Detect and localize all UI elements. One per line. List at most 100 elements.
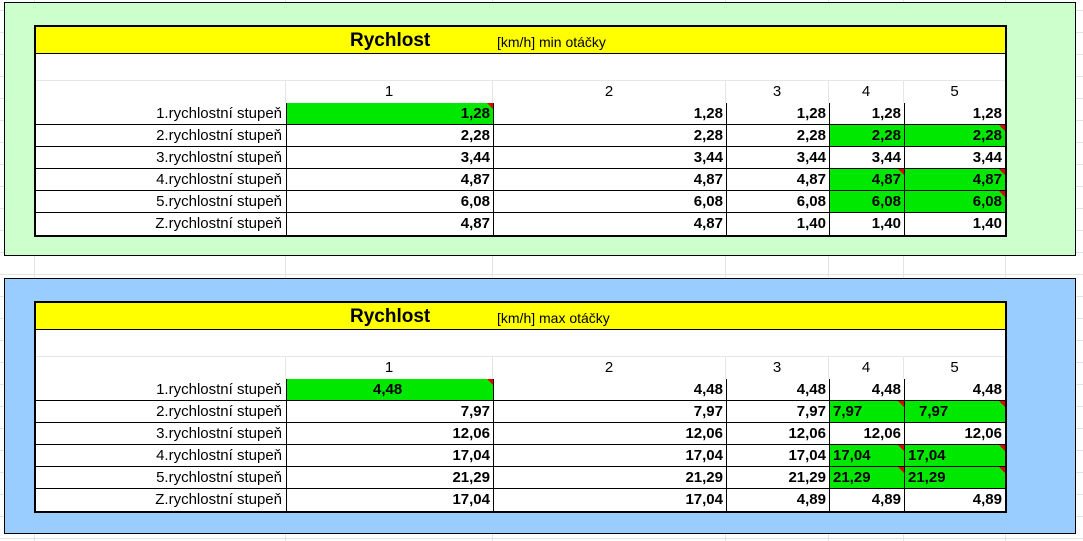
value-cell[interactable]: 12,06	[726, 423, 829, 445]
table-row: 5.rychlostní stupeň 21,29 21,29 21,29 21…	[36, 467, 1005, 489]
value-cell[interactable]: 6,08	[829, 191, 904, 213]
value-cell[interactable]: 2,28	[904, 125, 1005, 147]
column-header[interactable]: 4	[829, 81, 904, 103]
value-cell[interactable]: 4,87	[493, 213, 726, 235]
value-cell[interactable]: 21,29	[726, 467, 829, 489]
table-row: 1.rychlostní stupeň 1,28 1,28 1,28 1,28 …	[36, 103, 1005, 125]
table-row: Z.rychlostní stupeň 17,04 17,04 4,89 4,8…	[36, 489, 1005, 511]
value-cell[interactable]: 3,44	[726, 147, 829, 169]
header-blank-cell[interactable]	[36, 357, 286, 379]
value-cell[interactable]: 1,40	[904, 213, 1005, 235]
value-cell[interactable]: 3,44	[286, 147, 493, 169]
value-cell[interactable]: 7,97	[493, 401, 726, 423]
value-cell[interactable]: 4,87	[286, 169, 493, 191]
column-header[interactable]: 3	[726, 81, 829, 103]
value-cell[interactable]: 17,04	[286, 445, 493, 467]
value-cell[interactable]: 12,06	[829, 423, 904, 445]
value-cell[interactable]: 4,48	[493, 379, 726, 401]
value-cell[interactable]: 21,29	[493, 467, 726, 489]
value-cell[interactable]: 12,06	[904, 423, 1005, 445]
value-cell[interactable]: 4,48	[904, 379, 1005, 401]
value-cell[interactable]: 12,06	[286, 423, 493, 445]
value-cell[interactable]: 4,89	[726, 489, 829, 511]
value-cell[interactable]: 3,44	[829, 147, 904, 169]
value-cell[interactable]: 21,29	[904, 467, 1005, 489]
value-cell[interactable]: 2,28	[286, 125, 493, 147]
value-cell[interactable]: 2,28	[493, 125, 726, 147]
row-label[interactable]: 2.rychlostní stupeň	[36, 125, 286, 147]
value-cell[interactable]: 6,08	[493, 191, 726, 213]
column-header[interactable]: 3	[726, 357, 829, 379]
speed-table-min: Rychlost [km/h] min otáčky 1 2 3 4 5 1.r…	[34, 25, 1007, 237]
empty-row[interactable]	[36, 330, 1005, 357]
value-cell[interactable]: 17,04	[286, 489, 493, 511]
value-cell[interactable]: 2,28	[726, 125, 829, 147]
value-cell[interactable]: 4,87	[726, 169, 829, 191]
speed-table-max: Rychlost [km/h] max otáčky 1 2 3 4 5 1.r…	[34, 301, 1007, 513]
value-cell[interactable]: 1,28	[286, 103, 493, 125]
table-title-bar[interactable]: Rychlost [km/h] min otáčky	[36, 27, 1005, 54]
value-cell[interactable]: 6,08	[286, 191, 493, 213]
table-row: 2.rychlostní stupeň 7,97 7,97 7,97 7,97 …	[36, 401, 1005, 423]
table-title-bar[interactable]: Rychlost [km/h] max otáčky	[36, 303, 1005, 330]
column-header[interactable]: 5	[904, 81, 1005, 103]
value-cell[interactable]: 17,04	[726, 445, 829, 467]
row-label[interactable]: Z.rychlostní stupeň	[36, 213, 286, 235]
row-label[interactable]: 2.rychlostní stupeň	[36, 401, 286, 423]
value-cell[interactable]: 6,08	[904, 191, 1005, 213]
value-cell[interactable]: 2,28	[829, 125, 904, 147]
column-header[interactable]: 5	[904, 357, 1005, 379]
row-label[interactable]: 3.rychlostní stupeň	[36, 423, 286, 445]
value-cell[interactable]: 17,04	[493, 445, 726, 467]
value-cell[interactable]: 4,48	[726, 379, 829, 401]
row-label[interactable]: 1.rychlostní stupeň	[36, 103, 286, 125]
value-cell[interactable]: 12,06	[493, 423, 726, 445]
value-cell[interactable]: 4,89	[904, 489, 1005, 511]
row-label[interactable]: 3.rychlostní stupeň	[36, 147, 286, 169]
value-cell[interactable]: 17,04	[904, 445, 1005, 467]
value-cell[interactable]: 21,29	[829, 467, 904, 489]
value-cell[interactable]: 1,28	[493, 103, 726, 125]
column-header[interactable]: 2	[493, 81, 726, 103]
value-cell[interactable]: 3,44	[904, 147, 1005, 169]
value-cell[interactable]: 1,28	[829, 103, 904, 125]
table-title: Rychlost	[350, 30, 431, 51]
value-cell[interactable]: 4,87	[286, 213, 493, 235]
table-row: 1.rychlostní stupeň 4,48 4,48 4,48 4,48 …	[36, 379, 1005, 401]
value-cell[interactable]: 4,87	[493, 169, 726, 191]
value-cell[interactable]: 4,87	[904, 169, 1005, 191]
value-cell[interactable]: 4,87	[829, 169, 904, 191]
column-header-row: 1 2 3 4 5	[36, 357, 1005, 379]
row-label[interactable]: 4.rychlostní stupeň	[36, 445, 286, 467]
row-label[interactable]: Z.rychlostní stupeň	[36, 489, 286, 511]
table-row: 5.rychlostní stupeň 6,08 6,08 6,08 6,08 …	[36, 191, 1005, 213]
row-label[interactable]: 5.rychlostní stupeň	[36, 191, 286, 213]
value-cell[interactable]: 4,48	[829, 379, 904, 401]
row-label[interactable]: 1.rychlostní stupeň	[36, 379, 286, 401]
column-header[interactable]: 1	[286, 357, 493, 379]
empty-row[interactable]	[36, 54, 1005, 81]
row-label[interactable]: 4.rychlostní stupeň	[36, 169, 286, 191]
row-label[interactable]: 5.rychlostní stupeň	[36, 467, 286, 489]
value-cell[interactable]: 7,97	[286, 401, 493, 423]
value-cell[interactable]: 7,97	[829, 401, 904, 423]
value-cell[interactable]: 17,04	[829, 445, 904, 467]
value-cell[interactable]: 4,89	[829, 489, 904, 511]
column-header[interactable]: 4	[829, 357, 904, 379]
column-header[interactable]: 1	[286, 81, 493, 103]
value-cell[interactable]: 1,28	[904, 103, 1005, 125]
value-cell[interactable]: 21,29	[286, 467, 493, 489]
panel-min-speed: Rychlost [km/h] min otáčky 1 2 3 4 5 1.r…	[4, 2, 1076, 256]
value-cell[interactable]: 7,97	[904, 401, 1005, 423]
value-cell[interactable]: 1,40	[726, 213, 829, 235]
table-row: 3.rychlostní stupeň 3,44 3,44 3,44 3,44 …	[36, 147, 1005, 169]
value-cell[interactable]: 4,48	[286, 379, 493, 401]
value-cell[interactable]: 17,04	[493, 489, 726, 511]
value-cell[interactable]: 1,40	[829, 213, 904, 235]
value-cell[interactable]: 3,44	[493, 147, 726, 169]
value-cell[interactable]: 6,08	[726, 191, 829, 213]
header-blank-cell[interactable]	[36, 81, 286, 103]
column-header[interactable]: 2	[493, 357, 726, 379]
value-cell[interactable]: 7,97	[726, 401, 829, 423]
value-cell[interactable]: 1,28	[726, 103, 829, 125]
